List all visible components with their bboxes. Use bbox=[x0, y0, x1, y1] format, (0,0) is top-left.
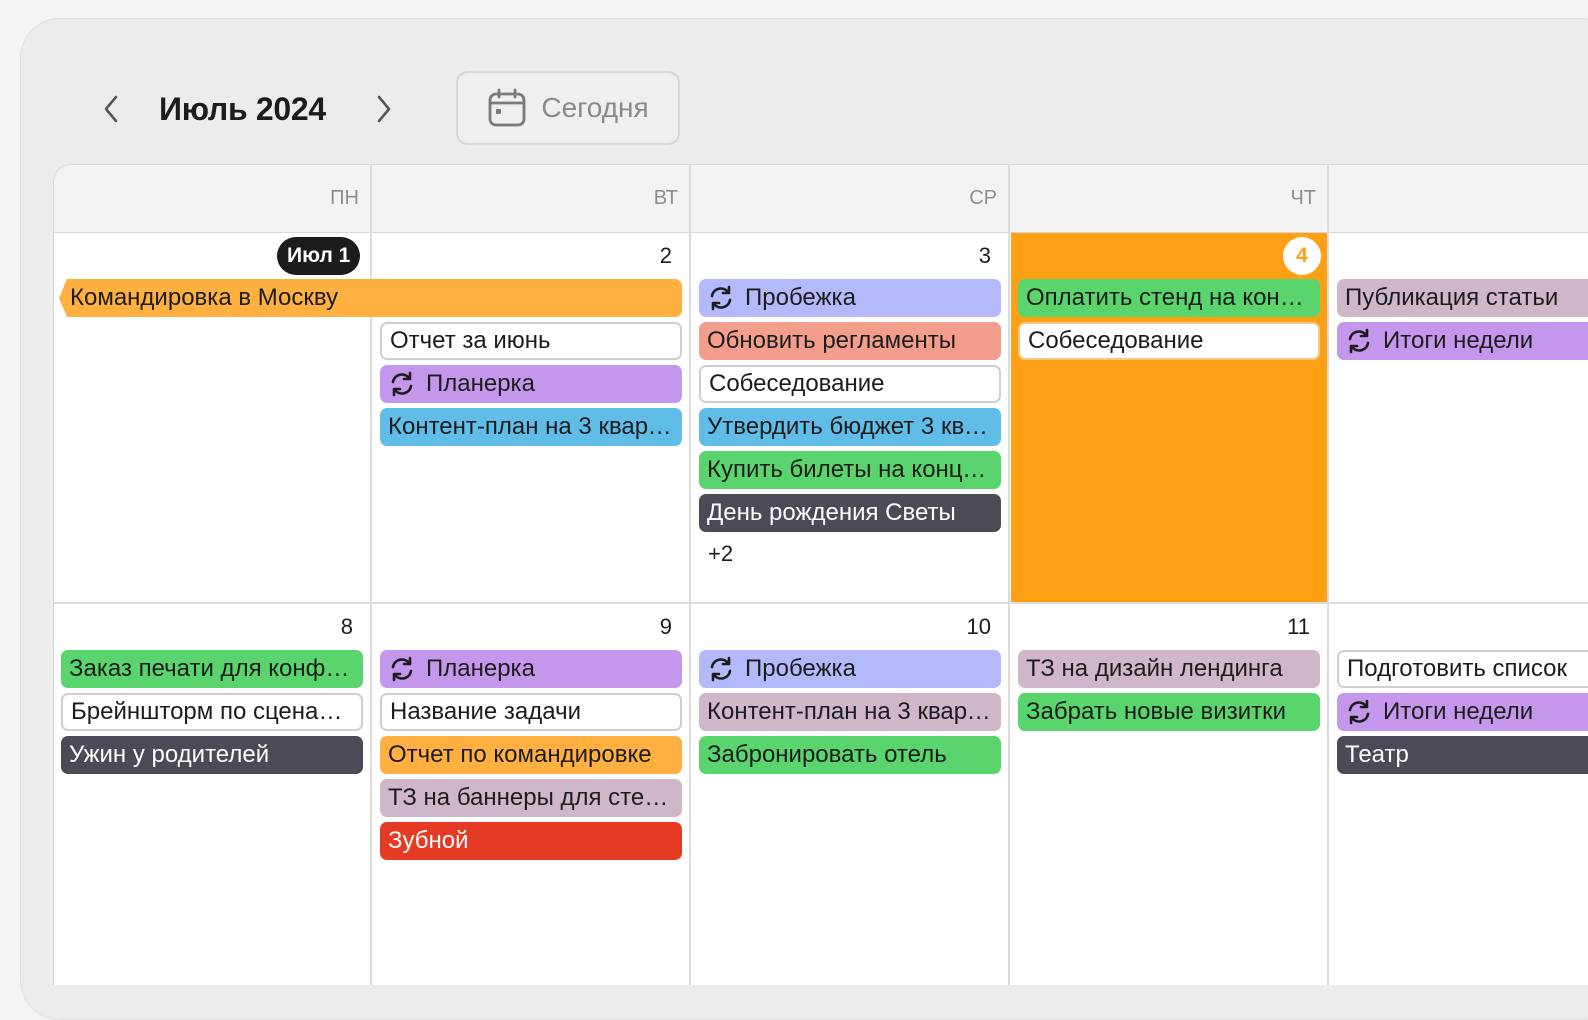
event[interactable]: Публикация статьи bbox=[1337, 279, 1588, 317]
calendar-icon bbox=[487, 88, 527, 128]
day-number: 3 bbox=[978, 243, 991, 268]
day-number: 11 bbox=[1287, 614, 1310, 639]
chevron-left-icon bbox=[104, 95, 118, 123]
event-recurring[interactable]: Пробежка bbox=[699, 279, 1001, 317]
repeat-icon bbox=[1345, 698, 1373, 726]
grid-divider bbox=[1008, 165, 1010, 985]
event[interactable]: Театр bbox=[1337, 736, 1588, 774]
event[interactable]: ТЗ на баннеры для стенда bbox=[380, 779, 682, 817]
repeat-icon bbox=[707, 284, 735, 312]
event[interactable]: Контент-план на 3 квартал bbox=[380, 408, 682, 446]
day-number: 9 bbox=[659, 614, 672, 639]
event-recurring[interactable]: Пробежка bbox=[699, 650, 1001, 688]
day-number: 10 bbox=[966, 614, 991, 639]
month-title: Июль 2024 bbox=[159, 91, 326, 127]
weekday-tue: ВТ bbox=[653, 187, 678, 209]
event[interactable]: Обновить регламенты bbox=[699, 322, 1001, 360]
day-number-badge: Июл 1 bbox=[277, 237, 361, 275]
event[interactable]: Зубной bbox=[380, 822, 682, 860]
today-button-label: Сегодня bbox=[541, 92, 649, 123]
event[interactable]: Контент-план на 3 квартал bbox=[699, 693, 1001, 731]
event[interactable]: Утвердить бюджет 3 квартала bbox=[699, 408, 1001, 446]
event[interactable]: ТЗ на дизайн лендинга bbox=[1018, 650, 1320, 688]
next-month-button[interactable] bbox=[372, 91, 396, 127]
event[interactable]: Брейншторм по сценарию bbox=[61, 693, 363, 731]
week-divider bbox=[54, 602, 1588, 604]
weekday-mon: ПН bbox=[330, 187, 359, 209]
event[interactable]: Подготовить список bbox=[1337, 650, 1588, 688]
event[interactable]: Заказ печати для конференции bbox=[61, 650, 363, 688]
repeat-icon bbox=[707, 655, 735, 683]
event-multi-day[interactable]: Командировка в Москву bbox=[59, 279, 682, 317]
repeat-icon bbox=[388, 655, 416, 683]
month-grid: ПН ВТ СР ЧТ Июл 1 2 3 4 Командировка в М… bbox=[53, 164, 1588, 985]
event[interactable]: Отчет по командировке bbox=[380, 736, 682, 774]
event[interactable]: Собеседование bbox=[1018, 322, 1320, 360]
event[interactable]: Название задачи bbox=[380, 693, 682, 731]
today-day-number: 4 bbox=[1283, 237, 1321, 275]
day-number: 2 bbox=[659, 243, 672, 268]
today-button[interactable]: Сегодня bbox=[456, 71, 680, 145]
weekday-wed: СР bbox=[969, 187, 997, 209]
grid-divider bbox=[689, 165, 691, 985]
event[interactable]: День рождения Светы bbox=[699, 494, 1001, 532]
event[interactable]: Купить билеты на концерт bbox=[699, 451, 1001, 489]
day-number: 8 bbox=[340, 614, 353, 639]
event-recurring[interactable]: Итоги недели bbox=[1337, 322, 1588, 360]
prev-month-button[interactable] bbox=[99, 91, 123, 127]
event[interactable]: Забронировать отель bbox=[699, 736, 1001, 774]
repeat-icon bbox=[388, 370, 416, 398]
event[interactable]: Забрать новые визитки bbox=[1018, 693, 1320, 731]
event[interactable]: Ужин у родителей bbox=[61, 736, 363, 774]
repeat-icon bbox=[1345, 327, 1373, 355]
chevron-right-icon bbox=[377, 95, 391, 123]
grid-divider bbox=[1327, 165, 1329, 985]
event-recurring[interactable]: Планерка bbox=[380, 365, 682, 403]
weekday-header: ПН ВТ СР ЧТ bbox=[54, 165, 1588, 233]
event[interactable]: Собеседование bbox=[699, 365, 1001, 403]
more-events-link[interactable]: +2 bbox=[708, 541, 733, 567]
weekday-thu: ЧТ bbox=[1290, 187, 1316, 209]
event[interactable]: Отчет за июнь bbox=[380, 322, 682, 360]
event-recurring[interactable]: Итоги недели bbox=[1337, 693, 1588, 731]
event-recurring[interactable]: Планерка bbox=[380, 650, 682, 688]
event[interactable]: Оплатить стенд на конференции bbox=[1018, 279, 1320, 317]
